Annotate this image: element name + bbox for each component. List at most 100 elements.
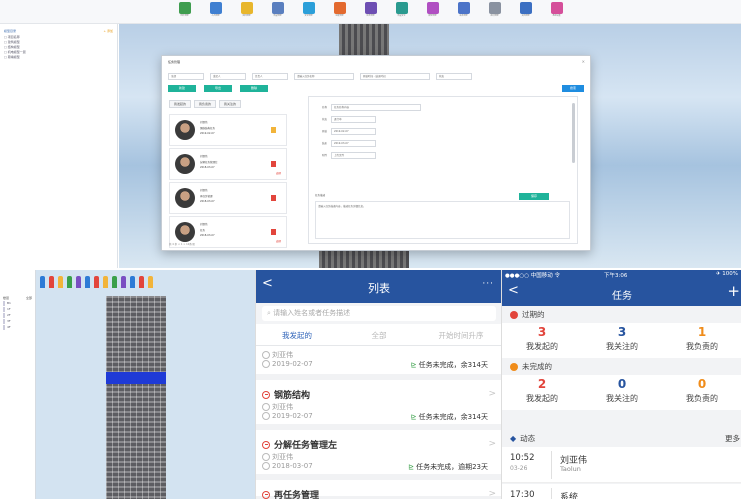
list-item[interactable]: 分解任务管理左 > 刘亚伟 2018-03-07 ⊵ 任务未完成，逾期23天 bbox=[256, 432, 501, 480]
tab-initiated[interactable]: 我发起的 bbox=[169, 100, 192, 108]
toolbar-item-label: 进度管理 bbox=[335, 15, 344, 17]
export-button[interactable]: 导出 bbox=[204, 85, 232, 92]
tower-3d-view[interactable]: 楼层 全部 B1 1F 2F 3F 4F bbox=[0, 270, 255, 499]
search-input[interactable]: ⌕ 请输入姓名或者任务描述 bbox=[262, 306, 496, 321]
task-card[interactable]: 刘亚伟 分解任务管理左 2018-03-07 逾期 bbox=[169, 148, 287, 180]
close-icon[interactable]: ✕ bbox=[582, 59, 585, 64]
floor-item[interactable]: 2F bbox=[3, 313, 32, 318]
task-dialog: 任务管理 ✕ 全部 发起人 负责人 请输入任务名称 开始时间 - 结束时间 状态… bbox=[161, 55, 591, 251]
save-button[interactable]: 保存 bbox=[519, 193, 549, 200]
scope-select[interactable]: 全部 bbox=[168, 73, 204, 80]
clock-icon bbox=[262, 412, 270, 420]
marker-pin-icon[interactable] bbox=[148, 276, 153, 288]
marker-pin-icon[interactable] bbox=[121, 276, 126, 288]
marker-pin-icon[interactable] bbox=[130, 276, 135, 288]
marker-pin-icon[interactable] bbox=[40, 276, 45, 288]
floor-sidebar: 楼层 全部 B1 1F 2F 3F 4F bbox=[0, 270, 36, 499]
floor-item[interactable]: 4F bbox=[3, 325, 32, 330]
delete-button[interactable]: 删除 bbox=[240, 85, 268, 92]
feed-item[interactable]: 17:30 系统 bbox=[502, 484, 741, 499]
toolbar-item[interactable]: 成本管理 bbox=[452, 2, 476, 23]
stat-initiated[interactable]: 3 我发起的 bbox=[502, 323, 582, 358]
stat-label: 我负责的 bbox=[686, 394, 718, 403]
toolbar-item[interactable]: 质量管理 bbox=[266, 2, 290, 23]
floor-item[interactable]: 1F bbox=[3, 307, 32, 312]
toolbar-item[interactable]: 任务管理 bbox=[359, 2, 383, 23]
stat-followed[interactable]: 0 我关注的 bbox=[582, 375, 662, 410]
floor-item[interactable]: 3F bbox=[3, 319, 32, 324]
scrollbar[interactable] bbox=[572, 103, 575, 163]
toolbar-item[interactable]: 系统设置 bbox=[545, 2, 569, 23]
tree-header: 模型目录 + 添加 bbox=[4, 27, 113, 35]
owner-select[interactable]: 负责人 bbox=[252, 73, 288, 80]
chevron-right-icon: > bbox=[488, 489, 496, 499]
toolbar-item[interactable]: 资料管理 bbox=[235, 2, 259, 23]
stat-initiated[interactable]: 2 我发起的 bbox=[502, 375, 582, 410]
toolbar-item[interactable]: 视点管理 bbox=[483, 2, 507, 23]
status-select[interactable]: 状态 bbox=[436, 73, 472, 80]
toolbar-item[interactable]: 进度管理 bbox=[328, 2, 352, 23]
pagination[interactable]: 共 4 条 < 1 > 10条/页 bbox=[169, 242, 195, 246]
title-text: 分解任务管理左 bbox=[274, 441, 338, 451]
marker-pin-icon[interactable] bbox=[112, 276, 117, 288]
item-title: 分解任务管理左 bbox=[262, 438, 337, 451]
feed-item[interactable]: 10:52 03-26 刘亚伟 Taolun bbox=[502, 447, 741, 483]
initiator-select[interactable]: 发起人 bbox=[210, 73, 246, 80]
overdue-label: 过期的 bbox=[522, 310, 545, 319]
person-name: 刘亚伟 bbox=[272, 351, 293, 359]
stat-followed[interactable]: 3 我关注的 bbox=[582, 323, 662, 358]
marker-pin-icon[interactable] bbox=[103, 276, 108, 288]
clock-icon bbox=[262, 462, 270, 470]
stat-responsible[interactable]: 0 我负责的 bbox=[662, 375, 741, 410]
list-item[interactable]: 再任务管理 > bbox=[256, 482, 501, 499]
marker-pin-icon[interactable] bbox=[139, 276, 144, 288]
stat-label: 我发起的 bbox=[526, 342, 558, 351]
toolbar-item[interactable]: 质量安全 bbox=[390, 2, 414, 23]
task-card[interactable]: 刘亚伟 钢筋结构任务 2019-02-07 bbox=[169, 114, 287, 146]
carrier-text: ●●●○○ 中国移动 令 bbox=[505, 273, 560, 279]
field-input[interactable]: 任务名称内容 bbox=[331, 103, 421, 111]
more-icon[interactable]: ··· bbox=[482, 279, 494, 289]
floor-all-label[interactable]: 全部 bbox=[26, 296, 32, 300]
list-item[interactable]: 刘亚伟 2019-02-07 ⊵ 任务未完成，余314天 bbox=[256, 347, 501, 380]
marker-pin-icon[interactable] bbox=[49, 276, 54, 288]
search-button[interactable]: 搜索 bbox=[562, 85, 584, 92]
add-icon[interactable]: + bbox=[727, 282, 740, 300]
marker-pin-icon[interactable] bbox=[94, 276, 99, 288]
tab-followed[interactable]: 我关注的 bbox=[218, 100, 241, 108]
list-item[interactable]: 钢筋结构 > 刘亚伟 2019-02-07 ⊵ 任务未完成，余314天 bbox=[256, 382, 501, 430]
tab-initiated[interactable]: 我发起的 bbox=[256, 326, 338, 345]
marker-pin-icon[interactable] bbox=[58, 276, 63, 288]
new-button[interactable]: 新建 bbox=[168, 85, 196, 92]
marker-pin-icon[interactable] bbox=[85, 276, 90, 288]
toolbar-item[interactable]: 安全管理 bbox=[297, 2, 321, 23]
tab-sort-start-time[interactable]: 开始时间升序 bbox=[420, 326, 501, 345]
toolbar-item[interactable]: 模型管理 bbox=[421, 2, 445, 23]
blue-table-icon bbox=[457, 2, 470, 14]
task-card[interactable]: 刘亚伟 再任务管理 2018-03-07 bbox=[169, 182, 287, 214]
search-input[interactable]: 请输入任务名称 bbox=[294, 73, 354, 80]
toolbar-item[interactable]: 人员管理 bbox=[204, 2, 228, 23]
field-input[interactable]: 2019-02-07 bbox=[331, 127, 376, 135]
date-range-input[interactable]: 开始时间 - 结束时间 bbox=[360, 73, 430, 80]
floor-item[interactable]: B1 bbox=[3, 301, 32, 306]
field-input[interactable]: 2019-03-07 bbox=[331, 139, 376, 147]
highlighted-floor-band bbox=[106, 372, 166, 384]
description-textarea[interactable]: 请输入任务描述内容，描述任务详细信息。 bbox=[315, 201, 570, 239]
field-input[interactable]: 进行中 bbox=[331, 115, 376, 123]
blue-box-icon bbox=[271, 2, 284, 14]
detail-field: 结束 2019-03-07 bbox=[313, 137, 473, 149]
field-input[interactable]: 上传文件 bbox=[331, 151, 376, 159]
stat-responsible[interactable]: 1 我负责的 bbox=[662, 323, 741, 358]
tab-responsible[interactable]: 我负责的 bbox=[193, 100, 216, 108]
marker-pin-icon[interactable] bbox=[67, 276, 72, 288]
card-status: 逾期 bbox=[275, 172, 281, 175]
tree-node[interactable]: □ 幕墙模型 bbox=[4, 55, 113, 60]
feed-more-link[interactable]: 更多 bbox=[725, 433, 740, 444]
marker-pin-icon[interactable] bbox=[76, 276, 81, 288]
battery-text: ✈ 100% bbox=[715, 271, 738, 277]
toolbar-item[interactable]: 构件管理 bbox=[173, 2, 197, 23]
tree-add-button[interactable]: + 添加 bbox=[104, 29, 113, 33]
toolbar-item[interactable]: 文档管理 bbox=[514, 2, 538, 23]
tab-all[interactable]: 全部 bbox=[338, 326, 420, 345]
